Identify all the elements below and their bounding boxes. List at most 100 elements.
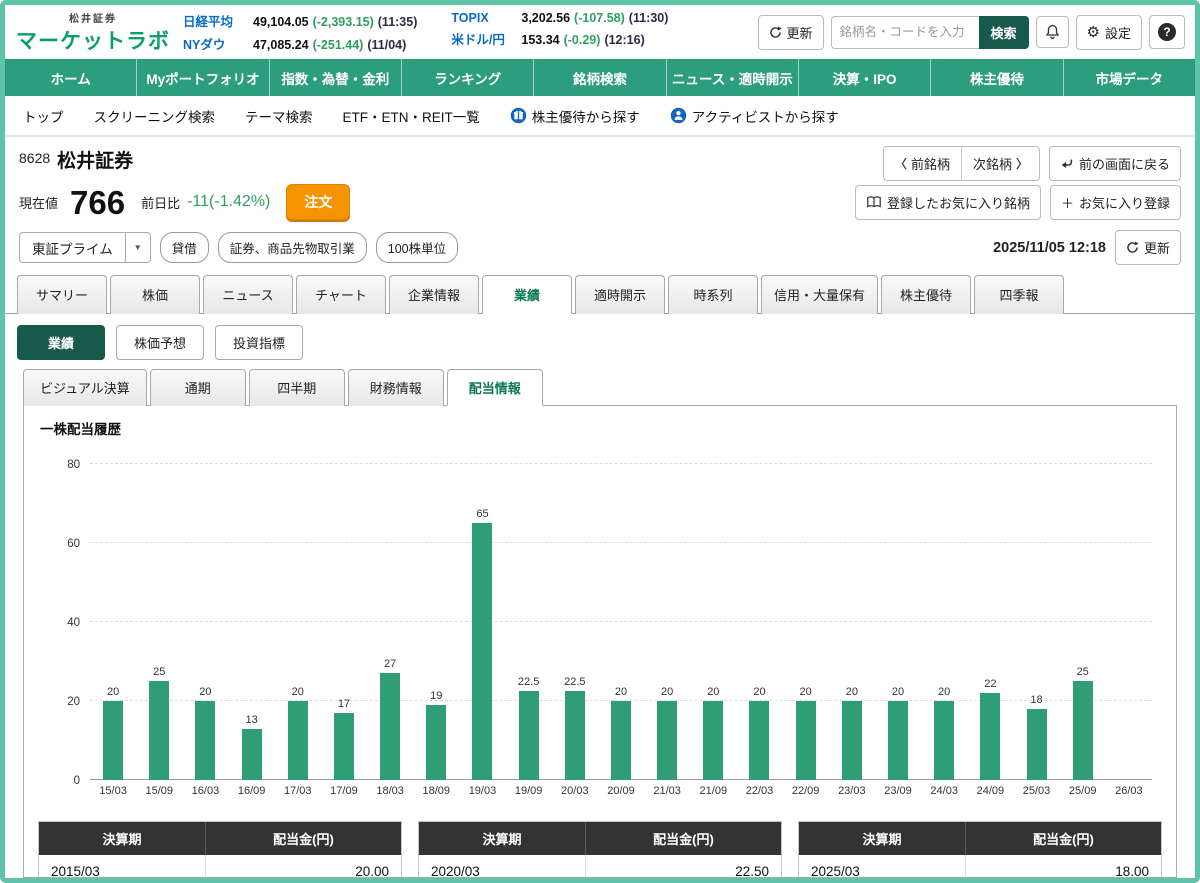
market-select[interactable]: 東証プライム ▼	[19, 232, 151, 263]
dividend-bar[interactable]	[934, 701, 954, 780]
logo[interactable]: 松井証券 マーケットラボ	[9, 10, 177, 55]
subnav-item[interactable]: 株主優待から探す	[510, 106, 640, 126]
dividend-bar[interactable]	[195, 701, 215, 780]
x-tick-label: 20/03	[552, 785, 598, 797]
dividend-bar[interactable]	[657, 701, 677, 780]
bar-value-label: 20	[199, 686, 211, 698]
next-stock-button[interactable]: 次銘柄 〉	[961, 147, 1039, 180]
chart-tab[interactable]: ビジュアル決算	[23, 369, 147, 406]
search-input[interactable]	[831, 16, 979, 49]
stock-tags: 貸借証券、商品先物取引業100株単位	[160, 232, 458, 263]
tab[interactable]: 信用・大量保有	[761, 275, 878, 314]
subtab[interactable]: 投資指標	[215, 325, 303, 360]
dividend-bar[interactable]	[242, 729, 262, 780]
price-change: -11(-1.42%)	[187, 193, 270, 211]
sub-tabs: 業績株価予想投資指標	[5, 314, 1195, 369]
subnav-item[interactable]: テーマ検索	[245, 106, 313, 126]
table-header: 配当金(円)	[586, 822, 781, 855]
refresh-button[interactable]: 更新	[758, 15, 824, 50]
bar-value-label: 20	[938, 686, 950, 698]
nav-item[interactable]: ランキング	[402, 59, 534, 96]
bar-column: 25	[1060, 464, 1106, 780]
help-icon: ?	[1158, 23, 1176, 41]
dividend-bar[interactable]	[519, 691, 539, 780]
search-button[interactable]: 検索	[979, 16, 1029, 49]
help-button[interactable]: ?	[1149, 15, 1185, 49]
price-row: 現在値 766 前日比 -11(-1.42%) 注文 登録したお気に入り銘柄 ＋…	[5, 181, 1195, 226]
dividend-bar[interactable]	[888, 701, 908, 780]
nav-item[interactable]: 決算・IPO	[799, 59, 931, 96]
subnav-item[interactable]: トップ	[23, 106, 64, 126]
subtab[interactable]: 株価予想	[116, 325, 204, 360]
nav-item[interactable]: 市場データ	[1064, 59, 1195, 96]
nav-item[interactable]: 指数・為替・金利	[270, 59, 402, 96]
chart-tab[interactable]: 四半期	[249, 369, 345, 406]
x-tick-label: 16/09	[229, 785, 275, 797]
prev-stock-button[interactable]: 〈 前銘柄	[884, 147, 961, 180]
settings-button[interactable]: ⚙ 設定	[1076, 15, 1142, 50]
bar-column: 25	[136, 464, 182, 780]
back-button[interactable]: 前の画面に戻る	[1049, 146, 1181, 181]
tab[interactable]: チャート	[296, 275, 386, 314]
dividend-bar[interactable]	[1073, 681, 1093, 780]
chart-tab[interactable]: 財務情報	[348, 369, 444, 406]
dividend-cell: 22.50	[586, 855, 781, 878]
dividend-bar[interactable]	[796, 701, 816, 780]
notification-button[interactable]	[1036, 16, 1069, 48]
dividend-bar[interactable]	[149, 681, 169, 780]
bar-column: 27	[367, 464, 413, 780]
tab[interactable]: 適時開示	[575, 275, 665, 314]
y-tick-label: 80	[44, 459, 80, 471]
tab[interactable]: 四季報	[974, 275, 1064, 314]
nav-item[interactable]: 株主優待	[931, 59, 1063, 96]
bell-icon	[1045, 24, 1060, 40]
tab[interactable]: サマリー	[17, 275, 107, 314]
dividend-bar[interactable]	[703, 701, 723, 780]
index-change: (-107.58)	[574, 11, 625, 25]
dividend-bar[interactable]	[749, 701, 769, 780]
dividend-table: 決算期配当金(円)2025/0318.00	[798, 821, 1162, 878]
subtab-active[interactable]: 業績	[17, 325, 105, 360]
bar-value-label: 20	[892, 686, 904, 698]
nav-item[interactable]: ニュース・適時開示	[667, 59, 799, 96]
prev-stock-label: 前銘柄	[911, 154, 950, 173]
bar-value-label: 20	[800, 686, 812, 698]
chart-tab-active[interactable]: 配当情報	[447, 369, 543, 406]
dividend-bar[interactable]	[842, 701, 862, 780]
subnav-item[interactable]: アクティビストから探す	[670, 106, 839, 126]
dividend-bar[interactable]	[103, 701, 123, 780]
bars-layer: 20252013201727196522.522.520202020202020…	[90, 464, 1152, 780]
tab[interactable]: ニュース	[203, 275, 293, 314]
dividend-bar[interactable]	[565, 691, 585, 780]
subnav-item[interactable]: ETF・ETN・REIT一覧	[343, 106, 480, 126]
dividend-bar[interactable]	[1027, 709, 1047, 780]
dividend-bar[interactable]	[472, 523, 492, 780]
dividend-bar[interactable]	[426, 705, 446, 780]
tab-active[interactable]: 業績	[482, 275, 572, 314]
favorite-add-button[interactable]: ＋ お気に入り登録	[1050, 185, 1181, 220]
tab[interactable]: 企業情報	[389, 275, 479, 314]
order-button[interactable]: 注文	[286, 184, 350, 220]
dividend-bar[interactable]	[334, 713, 354, 780]
bar-column: 20	[783, 464, 829, 780]
favorite-add-label: お気に入り登録	[1079, 193, 1170, 212]
bar-column: 19	[413, 464, 459, 780]
nav-item[interactable]: 銘柄検索	[534, 59, 666, 96]
dividend-bar[interactable]	[980, 693, 1000, 780]
tab[interactable]: 株主優待	[881, 275, 971, 314]
favorite-list-button[interactable]: 登録したお気に入り銘柄	[855, 185, 1041, 220]
chart-tab[interactable]: 通期	[150, 369, 246, 406]
tab[interactable]: 株価	[110, 275, 200, 314]
dividend-bar[interactable]	[611, 701, 631, 780]
nav-item[interactable]: Myポートフォリオ	[137, 59, 269, 96]
dividend-bar[interactable]	[288, 701, 308, 780]
bar-column: 22.5	[506, 464, 552, 780]
dividend-table: 決算期配当金(円)2020/0322.50	[418, 821, 782, 878]
nav-item[interactable]: ホーム	[5, 59, 137, 96]
dividend-bar[interactable]	[380, 673, 400, 780]
subnav-item[interactable]: スクリーニング検索	[94, 106, 216, 126]
tab[interactable]: 時系列	[668, 275, 758, 314]
data-refresh-button[interactable]: 更新	[1115, 230, 1181, 265]
bar-value-label: 13	[245, 714, 257, 726]
index-change: (-0.29)	[564, 33, 601, 47]
